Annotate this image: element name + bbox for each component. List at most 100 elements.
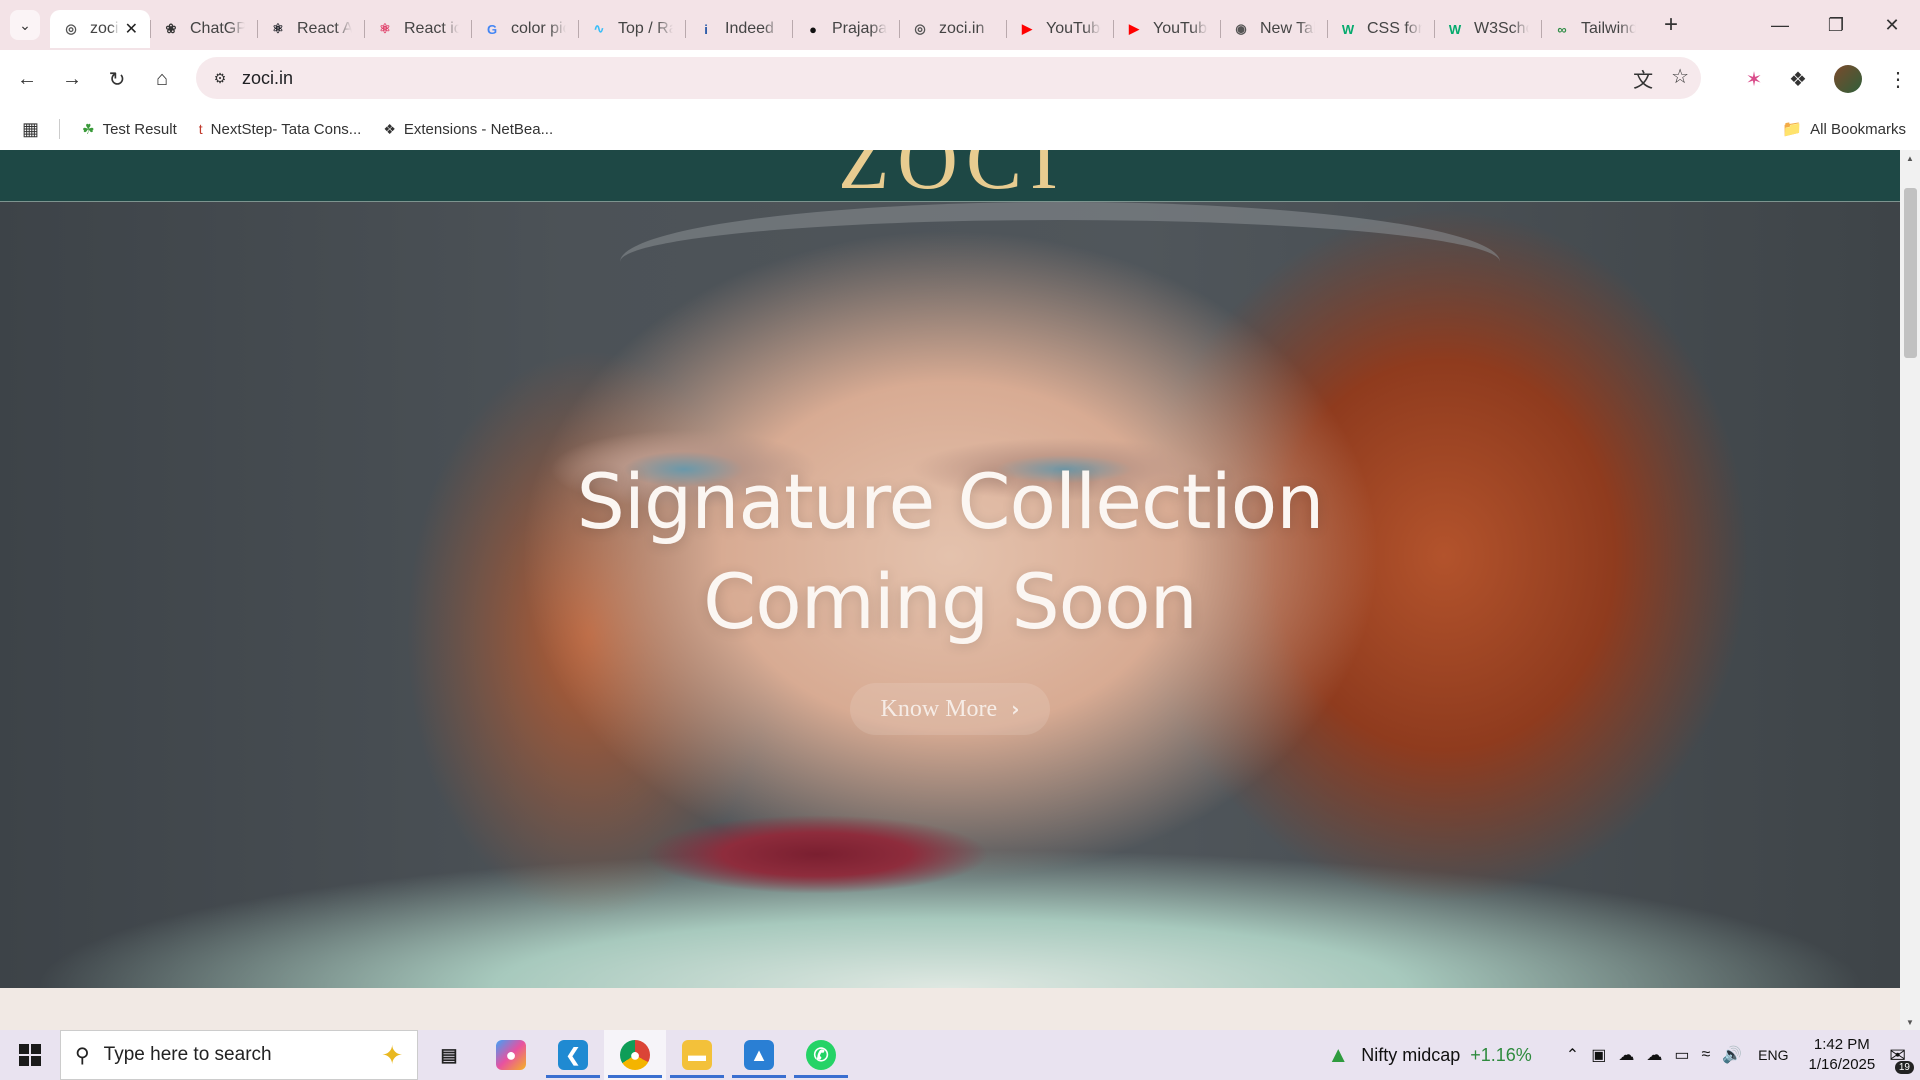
reload-button[interactable]: ↻	[99, 61, 135, 97]
know-more-button[interactable]: Know More ›	[850, 683, 1050, 735]
tab-7[interactable]: ● Prajapati	[792, 10, 899, 48]
all-bookmarks-button[interactable]: 📁 All Bookmarks	[1782, 119, 1906, 139]
copilot-app[interactable]: ●	[480, 1030, 542, 1080]
bookmark-star-icon[interactable]: ☆	[1671, 64, 1689, 93]
tab-12[interactable]: W CSS font	[1327, 10, 1434, 48]
tab-strip: ⌄ ◎ zoci.in ✕ ❀ ChatGPT ⚛ React App ⚛ React icon…	[0, 0, 1920, 50]
windows-logo-icon	[19, 1044, 41, 1066]
page-scrollbar[interactable]: ▲ ▼	[1900, 150, 1920, 1030]
stock-ticker-widget[interactable]: ▲ Nifty midcap +1.16%	[1327, 1042, 1531, 1068]
indeed-icon: i	[704, 21, 708, 37]
bookmark-item[interactable]: t NextStep- Tata Cons...	[199, 121, 362, 138]
globe-icon: ◎	[65, 21, 77, 36]
page-viewport: ZOCI Signature Collection Coming Soon Kn…	[0, 150, 1920, 1030]
clock[interactable]: 1:42 PM 1/16/2025	[1809, 1035, 1876, 1075]
task-view-button[interactable]: ▤	[418, 1030, 480, 1080]
bookmark-list: ☘ Test Result t NextStep- Tata Cons... ❖ Exte…	[60, 121, 553, 138]
menu-kebab-icon[interactable]: ⋮	[1876, 57, 1920, 101]
copilot-icon: ●	[496, 1040, 526, 1070]
bookmark-item[interactable]: ❖ Extensions - NetBea...	[383, 121, 553, 138]
tab-title: Top / Rated	[618, 20, 673, 37]
site-logo[interactable]: ZOCI	[838, 150, 1066, 201]
back-button[interactable]: ←	[9, 61, 45, 97]
meet-now-icon[interactable]: ▣	[1591, 1045, 1606, 1065]
tailwind-icon: ∿	[593, 21, 605, 36]
profile-avatar[interactable]	[1834, 65, 1862, 93]
ticker-name: Nifty midcap	[1361, 1044, 1461, 1065]
forward-button[interactable]: →	[54, 61, 90, 97]
notification-center-button[interactable]: ✉ 19	[1889, 1043, 1914, 1074]
whatsapp-app[interactable]: ✆	[790, 1030, 852, 1080]
tab-10[interactable]: ▶ YouTube	[1113, 10, 1220, 48]
file-explorer-app[interactable]: ▬	[666, 1030, 728, 1080]
tab-4[interactable]: Gcolor picker	[471, 10, 578, 48]
chevron-up-icon[interactable]: ⌃	[1566, 1045, 1579, 1065]
tab-2[interactable]: ⚛ React App	[257, 10, 364, 48]
tab-11[interactable]: ◉ New Tab	[1220, 10, 1327, 48]
chevron-down-icon: ⌄	[19, 16, 31, 33]
apps-grid-icon: ▦	[22, 118, 40, 139]
translate-icon[interactable]: 文	[1633, 64, 1653, 93]
tab-title: zoci.in	[90, 20, 119, 37]
openai-icon: ❀	[165, 21, 177, 36]
tab-8[interactable]: ◎ zoci.in	[899, 10, 1006, 48]
window-controls: — ❐ ✕	[1752, 0, 1920, 50]
forward-arrow-icon: →	[62, 67, 82, 90]
minimize-button[interactable]: —	[1752, 0, 1808, 50]
tab-3[interactable]: ⚛ React icons	[364, 10, 471, 48]
photos-icon: ▲	[744, 1040, 774, 1070]
photos-app[interactable]: ▲	[728, 1030, 790, 1080]
address-bar[interactable]: ⚙ zoci.in 文 ☆	[196, 57, 1701, 99]
browser-toolbar: ← → ↻ ⌂ ⚙ zoci.in 文 ☆ ✶ ❖ ⋮	[0, 50, 1920, 108]
onedrive-sync-icon[interactable]: ☁	[1646, 1045, 1662, 1065]
apps-grid-button[interactable]: ▦	[22, 119, 39, 140]
stock-chart-icon: ▲	[1327, 1042, 1350, 1067]
site-header: ZOCI	[0, 150, 1900, 202]
close-tab-icon[interactable]: ✕	[125, 19, 138, 39]
chrome-app[interactable]: ●	[604, 1030, 666, 1080]
tab-search-button[interactable]: ⌄	[10, 10, 40, 40]
home-button[interactable]: ⌂	[144, 61, 180, 97]
bookmark-item[interactable]: ☘ Test Result	[82, 121, 177, 138]
w3schools-icon: W	[1448, 21, 1462, 37]
vscode-app[interactable]: ❮	[542, 1030, 604, 1080]
tab-1[interactable]: ❀ ChatGPT	[150, 10, 257, 48]
tab-title: color picker	[511, 20, 566, 37]
folder-icon: 📁	[1782, 121, 1803, 138]
tab-13[interactable]: W W3Schools	[1434, 10, 1541, 48]
scroll-down-arrow-icon[interactable]: ▼	[1900, 1014, 1920, 1030]
clock-time: 1:42 PM	[1813, 1036, 1870, 1053]
start-button[interactable]	[0, 1030, 60, 1080]
tab-5[interactable]: ∿ Top / Rated	[578, 10, 685, 48]
restore-button[interactable]: ❐	[1808, 0, 1864, 50]
hero-banner: Signature Collection Coming Soon Know Mo…	[0, 202, 1900, 988]
scroll-up-arrow-icon[interactable]: ▲	[1900, 150, 1920, 166]
github-icon: ●	[809, 21, 817, 37]
url-text[interactable]: zoci.in	[242, 68, 293, 89]
whatsapp-icon: ✆	[806, 1040, 836, 1070]
tab-9[interactable]: ▶ YouTube	[1006, 10, 1113, 48]
wifi-icon[interactable]: ≈	[1701, 1046, 1710, 1064]
battery-icon[interactable]: ▭	[1674, 1045, 1689, 1065]
youtube-icon: ▶	[1022, 21, 1032, 36]
volume-icon[interactable]: 🔊	[1722, 1045, 1742, 1065]
site-info-icon[interactable]: ⚙	[208, 66, 232, 90]
extensions-puzzle-icon[interactable]: ❖	[1776, 57, 1820, 101]
new-tab-button[interactable]: +	[1656, 10, 1686, 40]
scrollbar-thumb[interactable]	[1904, 188, 1917, 358]
extension-colorful-icon[interactable]: ✶	[1732, 57, 1776, 101]
tab-14[interactable]: ∞ Tailwind	[1541, 10, 1648, 48]
bookmark-label: Test Result	[102, 120, 177, 138]
taskbar-search[interactable]: ⚲ Type here to search ✦	[60, 1030, 418, 1080]
hero-image-headband	[620, 202, 1500, 262]
hero-title-line1: Signature Collection	[576, 457, 1325, 546]
tab-0[interactable]: ◎ zoci.in ✕	[50, 10, 150, 48]
close-window-button[interactable]: ✕	[1864, 0, 1920, 50]
tab-6[interactable]: i Indeed	[685, 10, 792, 48]
tab-title: ChatGPT	[190, 20, 245, 37]
hero-title-line2: Coming Soon	[703, 557, 1198, 646]
chrome-icon: ◉	[1235, 21, 1247, 36]
onedrive-icon[interactable]: ☁	[1618, 1045, 1634, 1065]
home-icon: ⌂	[155, 67, 169, 90]
language-indicator[interactable]: ENG	[1758, 1047, 1788, 1063]
